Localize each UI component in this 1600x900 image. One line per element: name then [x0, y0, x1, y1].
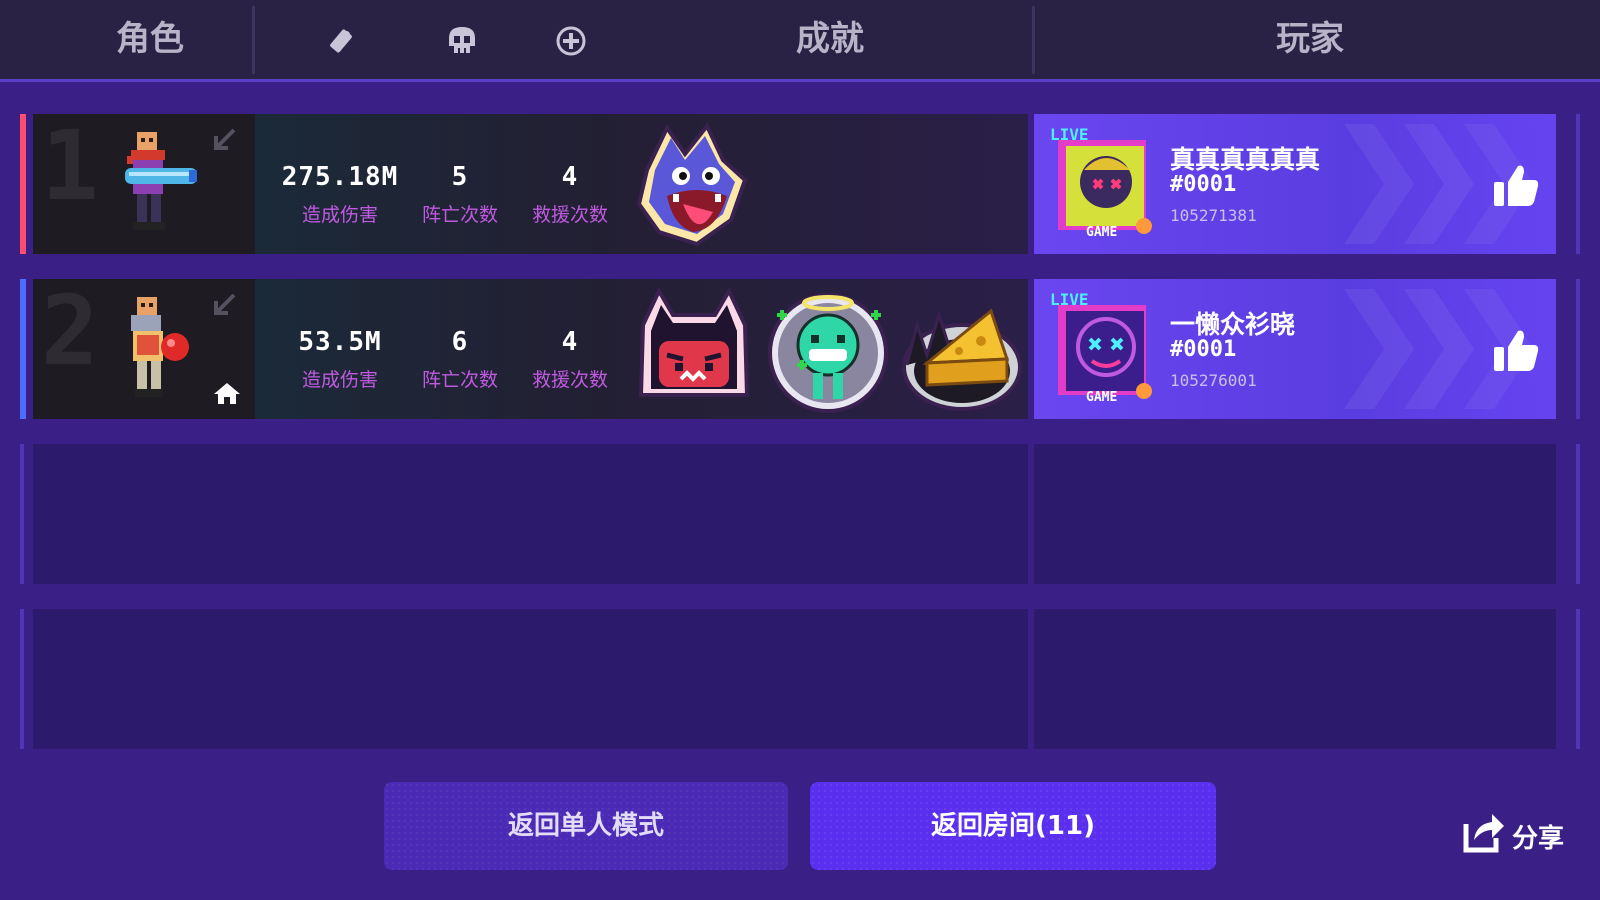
demon-badge-icon[interactable] — [629, 285, 759, 415]
bullet-icon[interactable] — [324, 24, 358, 58]
collapse-arrow-icon[interactable] — [208, 291, 238, 321]
character-cell[interactable]: 2 — [33, 279, 255, 419]
player-tag: #0001 — [1170, 337, 1237, 362]
wolf-badge-icon[interactable] — [627, 120, 757, 250]
stat-damage-value: 275.18M — [281, 162, 399, 192]
share-button[interactable]: 分享 — [1462, 810, 1592, 860]
header-divider — [252, 6, 255, 74]
return-solo-mode-button[interactable]: 返回单人模式 — [384, 782, 788, 870]
stats-cell: 53.5M 造成伤害 6 阵亡次数 4 救援次数 — [255, 279, 1028, 419]
skull-icon[interactable] — [445, 24, 479, 58]
tab-character[interactable]: 角色 — [60, 14, 240, 64]
svg-text:LIVE: LIVE — [1050, 291, 1089, 309]
stats-cell: 275.18M 造成伤害 5 阵亡次数 4 救援次数 — [255, 114, 1028, 254]
share-icon — [1463, 814, 1504, 853]
stat-deaths: 6 阵亡次数 — [400, 327, 520, 392]
empty-slot-row-3 — [20, 444, 1580, 584]
stat-damage: 53.5M 造成伤害 — [280, 327, 400, 392]
player-avatar-live-game[interactable]: LIVE GAME — [1046, 291, 1156, 407]
stat-rescues: 4 救援次数 — [510, 327, 630, 392]
header-divider — [1032, 6, 1035, 74]
stat-rescues-value: 4 — [561, 162, 579, 192]
player-row-2: 2 53.5M 造成伤害 6 阵亡次数 4 救援次数 LIVE GAME 一懒众… — [20, 279, 1580, 419]
empty-character-slot — [33, 444, 1028, 584]
room-host-home-icon — [214, 383, 240, 404]
empty-slot-row-4 — [20, 609, 1580, 749]
svg-text:GAME: GAME — [1086, 390, 1117, 405]
angel-blob-badge-icon[interactable] — [763, 285, 893, 415]
tab-players[interactable]: 玩家 — [1200, 14, 1420, 64]
stat-deaths: 5 阵亡次数 — [400, 162, 520, 227]
rank-number: 1 — [41, 110, 99, 222]
row-edge — [1576, 609, 1580, 749]
character-gunner-sprite — [125, 132, 197, 230]
player-name: 一懒众衫晓 — [1170, 310, 1296, 339]
svg-text:GAME: GAME — [1086, 225, 1117, 240]
tab-achievements[interactable]: 成就 — [720, 14, 940, 64]
row-edge — [1576, 444, 1580, 584]
stat-damage-label: 造成伤害 — [301, 369, 378, 391]
share-label: 分享 — [1512, 824, 1565, 854]
stat-rescues-value: 4 — [561, 327, 579, 357]
stat-damage-label: 造成伤害 — [301, 204, 378, 226]
thumbs-up-icon[interactable] — [1492, 162, 1540, 208]
player-id: 105271381 — [1170, 206, 1257, 225]
thumbs-up-icon[interactable] — [1492, 327, 1540, 373]
rank-accent-bar — [20, 114, 26, 254]
character-cell[interactable]: 1 — [33, 114, 255, 254]
player-id: 105276001 — [1170, 371, 1257, 390]
return-room-button[interactable]: 返回房间(11) — [810, 782, 1216, 870]
player-tag: #0001 — [1170, 172, 1237, 197]
rank-number: 2 — [41, 275, 99, 387]
stat-rescues: 4 救援次数 — [510, 162, 630, 227]
player-card[interactable]: LIVE GAME 真真真真真真 #0001 105271381 — [1034, 114, 1556, 254]
svg-text:LIVE: LIVE — [1050, 126, 1089, 144]
row-accent-bar — [20, 444, 24, 584]
player-row-1: 1 275.18M 造成伤害 5 阵亡次数 4 救援次数 LIVE GAME 真… — [20, 114, 1580, 254]
stat-deaths-label: 阵亡次数 — [421, 369, 498, 391]
row-edge — [1576, 279, 1580, 419]
cheese-badge-icon[interactable] — [897, 285, 1027, 415]
collapse-arrow-icon[interactable] — [208, 126, 238, 156]
stat-rescues-label: 救援次数 — [531, 204, 608, 226]
empty-player-slot — [1034, 609, 1556, 749]
player-name: 真真真真真真 — [1170, 145, 1321, 174]
row-accent-bar — [20, 609, 24, 749]
character-boxer-sprite — [131, 297, 189, 397]
stat-damage-value: 53.5M — [298, 327, 382, 357]
stat-deaths-value: 6 — [451, 327, 469, 357]
empty-player-slot — [1034, 444, 1556, 584]
stat-rescues-label: 救援次数 — [531, 369, 608, 391]
crosshair-plus-icon[interactable] — [554, 24, 588, 58]
player-avatar-live-game[interactable]: LIVE GAME — [1046, 126, 1156, 242]
rank-accent-bar — [20, 279, 26, 419]
stat-deaths-value: 5 — [451, 162, 469, 192]
empty-character-slot — [33, 609, 1028, 749]
player-card[interactable]: LIVE GAME 一懒众衫晓 #0001 105276001 — [1034, 279, 1556, 419]
stat-damage: 275.18M 造成伤害 — [280, 162, 400, 227]
row-edge — [1576, 114, 1580, 254]
results-header: 角色 成就 玩家 — [0, 0, 1600, 82]
stat-deaths-label: 阵亡次数 — [421, 204, 498, 226]
